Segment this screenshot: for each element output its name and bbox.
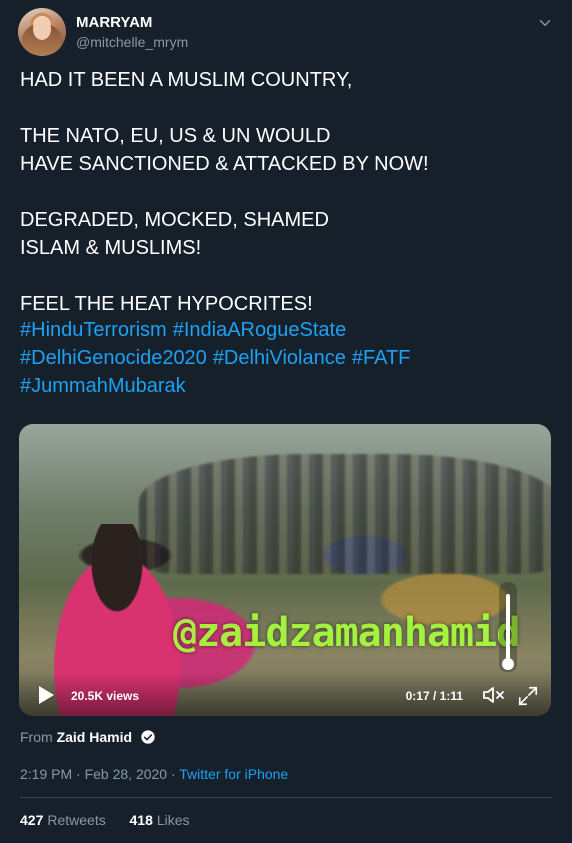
mute-icon[interactable]	[481, 683, 507, 707]
avatar[interactable]	[18, 8, 66, 56]
video-frame-crowd	[139, 454, 551, 574]
video-player[interactable]: @zaidzamanhamid 20.5K views 0:17 / 1:11	[19, 424, 551, 716]
likes-label: Likes	[156, 812, 190, 828]
retweets-count: 427	[20, 812, 44, 828]
attribution-prefix: From	[20, 729, 53, 745]
likes-stat[interactable]: 418 Likes	[130, 812, 190, 828]
hashtag-link[interactable]: #IndiaARogueState	[173, 319, 346, 341]
hashtag-link[interactable]: #JummahMubarak	[20, 375, 186, 397]
tweet-meta: 2:19 PM · Feb 28, 2020 · Twitter for iPh…	[20, 766, 288, 782]
retweets-stat[interactable]: 427 Retweets	[20, 812, 106, 828]
tweet-timestamp[interactable]: 2:19 PM · Feb 28, 2020 ·	[20, 766, 179, 782]
hashtag-link[interactable]: #DelhiViolance	[213, 347, 346, 369]
expand-icon[interactable]	[517, 685, 539, 707]
play-icon[interactable]	[33, 683, 57, 707]
attribution-account-link[interactable]: Zaid Hamid	[57, 729, 132, 745]
avatar-face	[33, 18, 51, 40]
hashtag-link[interactable]: #DelhiGenocide2020	[20, 347, 207, 369]
user-handle[interactable]: @mitchelle_mrym	[76, 34, 188, 50]
hashtag-link[interactable]: #HinduTerrorism	[20, 319, 167, 341]
hashtag-list: #HinduTerrorism #IndiaARogueState #DelhiG…	[20, 316, 550, 400]
divider	[20, 797, 552, 798]
retweets-label: Retweets	[47, 812, 106, 828]
display-name[interactable]: MARRYAM	[76, 14, 152, 31]
video-watermark: @zaidzamanhamid	[173, 610, 520, 656]
volume-slider[interactable]	[499, 582, 517, 672]
verified-badge-icon	[141, 730, 155, 744]
tweet-stats: 427 Retweets 418 Likes	[20, 812, 190, 828]
video-controls: 20.5K views 0:17 / 1:11	[19, 672, 551, 716]
likes-count: 418	[129, 812, 153, 828]
volume-slider-knob[interactable]	[502, 658, 514, 670]
video-attribution: From Zaid Hamid	[20, 729, 156, 745]
chevron-down-icon[interactable]	[536, 14, 554, 32]
tweet-header: MARRYAM @mitchelle_mrym	[18, 8, 558, 56]
tweet-text: HAD IT BEEN A MUSLIM COUNTRY, THE NATO, …	[20, 69, 429, 315]
tweet-source-link[interactable]: Twitter for iPhone	[179, 766, 288, 782]
view-count: 20.5K views	[71, 689, 140, 703]
video-time: 0:17 / 1:11	[405, 689, 463, 703]
volume-slider-fill	[506, 594, 510, 660]
hashtag-link[interactable]: #FATF	[352, 347, 411, 369]
